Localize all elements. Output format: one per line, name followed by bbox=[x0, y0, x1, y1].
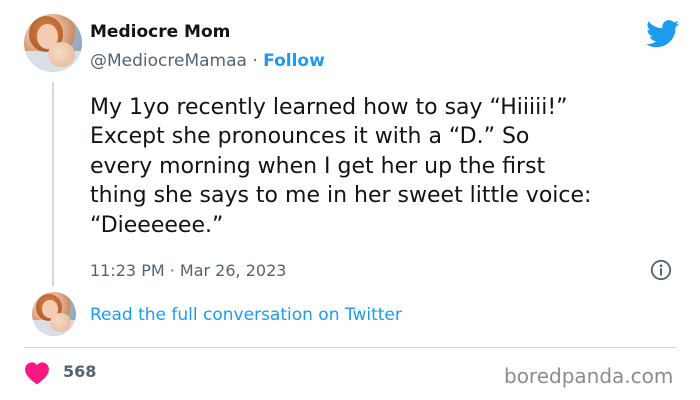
tweet-text: My 1yo recently learned how to say “Hiii… bbox=[90, 95, 592, 238]
handle-separator: · bbox=[246, 51, 264, 71]
twitter-bird-icon[interactable] bbox=[646, 20, 680, 48]
like-count: 568 bbox=[63, 362, 97, 381]
tweet-timestamp[interactable]: 11:23 PM · Mar 26, 2023 bbox=[90, 261, 286, 280]
author-handle[interactable]: @MediocreMamaa bbox=[90, 51, 247, 71]
boredpanda-watermark: boredpanda.com bbox=[504, 364, 674, 388]
read-conversation-link[interactable]: Read the full conversation on Twitter bbox=[90, 305, 402, 325]
heart-icon[interactable] bbox=[24, 361, 50, 385]
author-handle-row: @MediocreMamaa · Follow bbox=[90, 51, 325, 71]
thread-line bbox=[52, 82, 54, 286]
follow-button[interactable]: Follow bbox=[263, 51, 325, 71]
divider bbox=[24, 347, 677, 348]
author-avatar[interactable] bbox=[24, 14, 82, 72]
reply-avatar[interactable] bbox=[32, 292, 76, 336]
author-display-name[interactable]: Mediocre Mom bbox=[90, 22, 230, 42]
info-icon[interactable] bbox=[650, 259, 672, 281]
